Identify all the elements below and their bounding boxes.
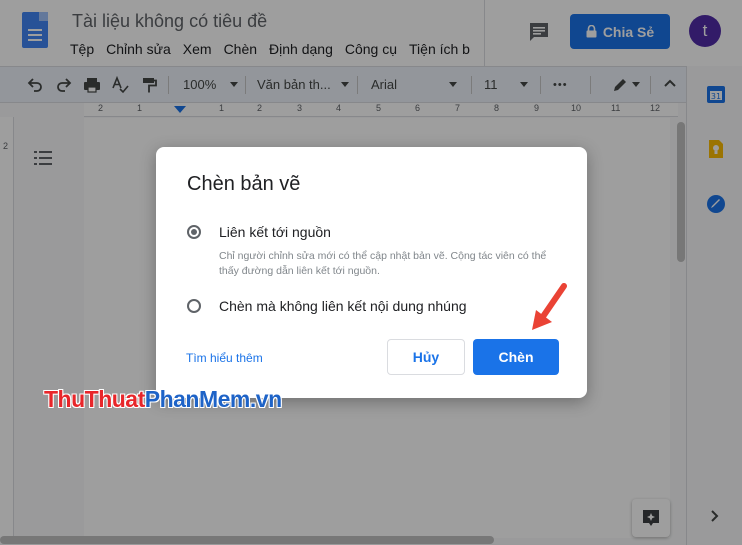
learn-more-link[interactable]: Tìm hiểu thêm [186, 351, 263, 365]
insert-button[interactable]: Chèn [473, 339, 559, 375]
insert-unlinked-radio[interactable] [187, 299, 201, 313]
dialog-title: Chèn bản vẽ [187, 173, 301, 195]
red-arrow-annotation [532, 283, 567, 330]
link-to-source-label[interactable]: Liên kết tới nguồn [219, 224, 331, 240]
watermark: ThuThuatPhanMem.vn [44, 386, 282, 413]
cancel-button[interactable]: Hủy [387, 339, 465, 375]
watermark-part2: PhanMem [144, 386, 251, 412]
insert-drawing-dialog: Chèn bản vẽ Liên kết tới nguồn Chỉ người… [156, 147, 587, 398]
insert-unlinked-label[interactable]: Chèn mà không liên kết nội dung nhúng [219, 298, 467, 314]
watermark-part3: .vn [249, 386, 282, 412]
watermark-part1: ThuThuat [44, 386, 145, 412]
link-to-source-description: Chỉ người chỉnh sửa mới có thể cập nhật … [219, 250, 547, 277]
link-to-source-radio[interactable] [187, 225, 201, 239]
